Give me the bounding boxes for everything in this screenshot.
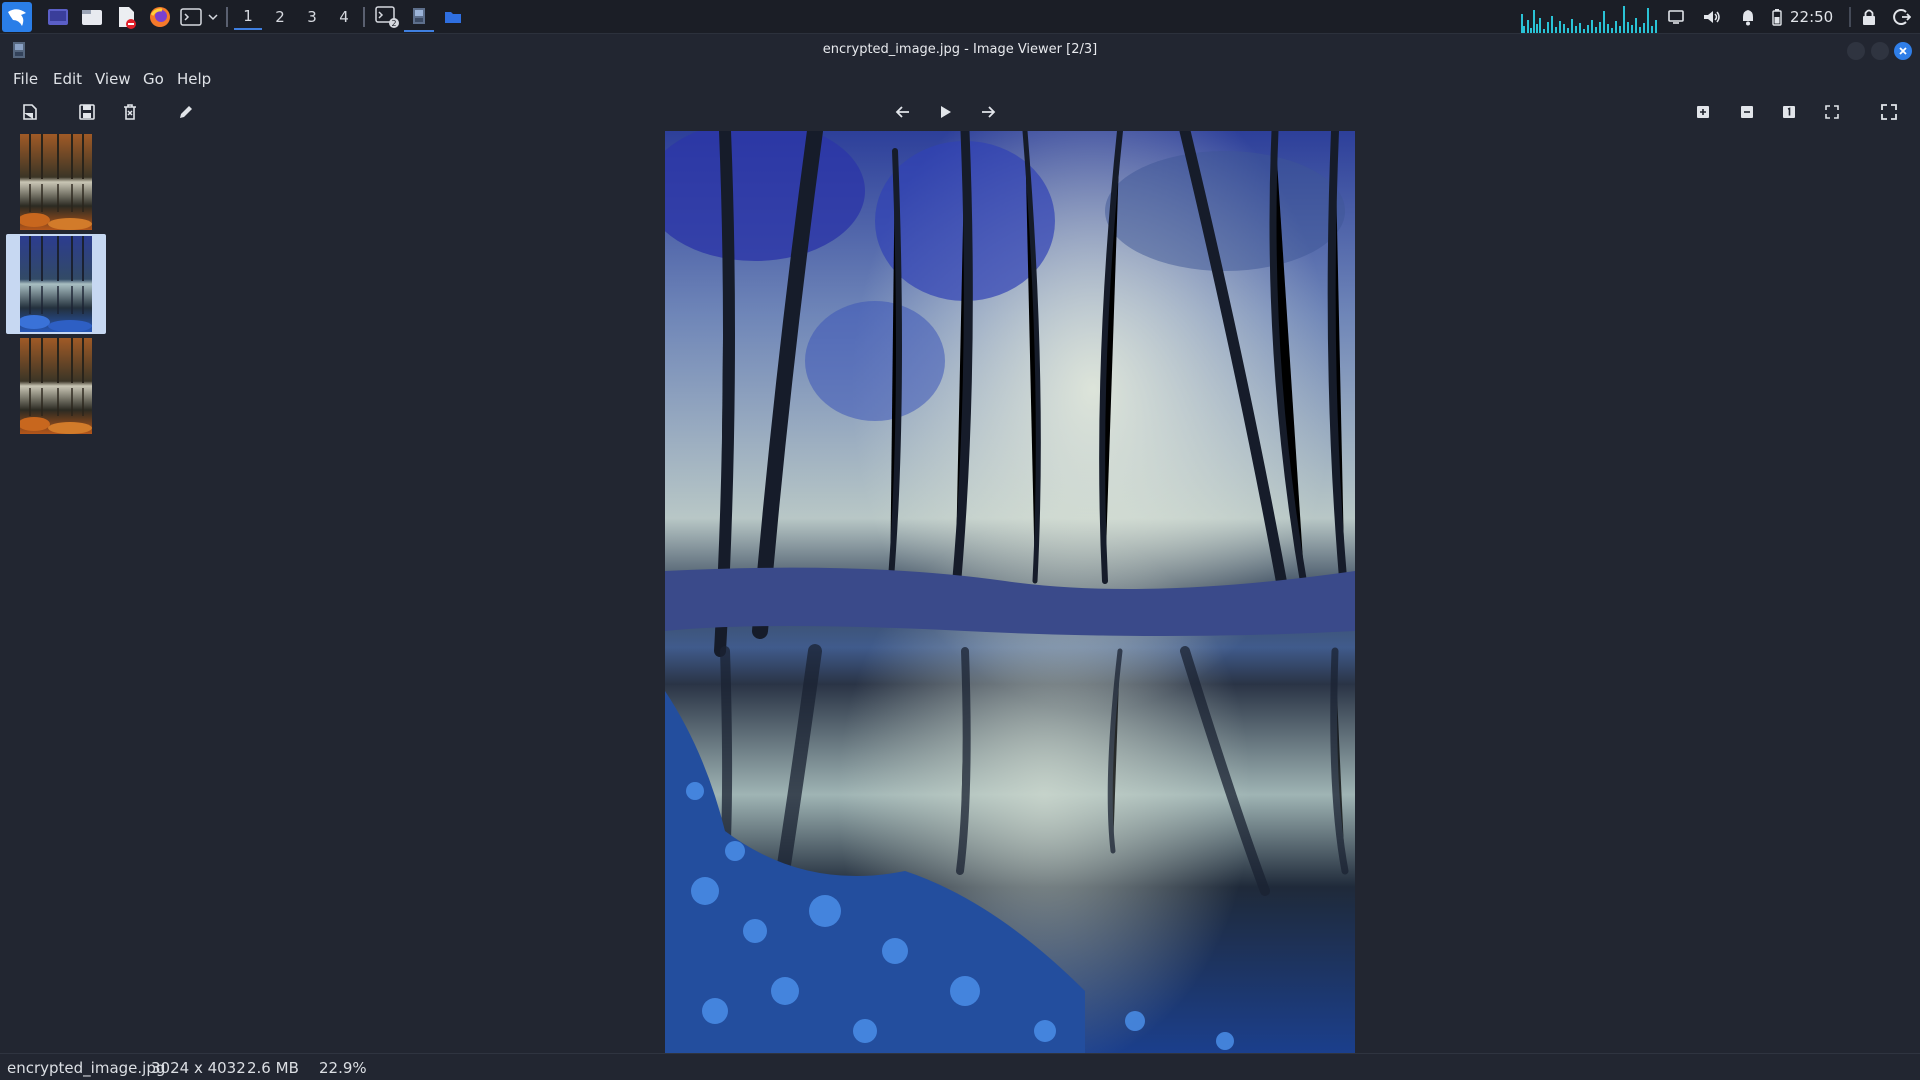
arrow-right-icon xyxy=(982,106,996,118)
clock[interactable]: 22:50 xyxy=(1790,0,1833,34)
logout-icon[interactable] xyxy=(1890,3,1914,31)
lock-icon[interactable] xyxy=(1858,3,1880,31)
open-file-button[interactable] xyxy=(18,100,42,124)
thumbnail-3[interactable] xyxy=(6,336,106,436)
terminal-icon[interactable] xyxy=(178,3,204,31)
next-button[interactable] xyxy=(976,100,1000,124)
status-filename: encrypted_image.jpg xyxy=(7,1059,166,1077)
menu-edit[interactable]: Edit xyxy=(53,70,82,88)
svg-text:2: 2 xyxy=(392,19,397,28)
window-title: encrypted_image.jpg - Image Viewer [2/3] xyxy=(822,42,1098,57)
save-button[interactable] xyxy=(75,100,99,124)
image-viewer-window-icon[interactable] xyxy=(404,2,434,32)
thumbnail-autumn-forest-2 xyxy=(20,338,92,434)
open-file-icon xyxy=(23,104,37,120)
slideshow-button[interactable] xyxy=(933,100,957,124)
pencil-icon xyxy=(180,106,192,118)
text-editor-icon[interactable] xyxy=(112,3,140,31)
delete-button[interactable] xyxy=(118,100,142,124)
main-image-blue-forest xyxy=(665,131,1355,1053)
workspace-4[interactable]: 4 xyxy=(330,4,358,30)
volume-icon[interactable] xyxy=(1700,3,1724,31)
status-bar: encrypted_image.jpg 3024 x 4032 2.6 MB 2… xyxy=(0,1053,1920,1080)
menu-view[interactable]: View xyxy=(95,70,131,88)
zoom-in-icon xyxy=(1697,106,1709,118)
firefox-icon[interactable] xyxy=(146,3,174,31)
zoom-original-icon xyxy=(1783,106,1795,118)
zoom-fit-icon xyxy=(1825,105,1839,119)
dropdown-icon[interactable] xyxy=(206,3,220,31)
notification-icon[interactable] xyxy=(1736,3,1760,31)
workspace-1[interactable]: 1 xyxy=(234,4,262,30)
zoom-out-button[interactable] xyxy=(1735,100,1759,124)
menu-file[interactable]: File xyxy=(13,70,38,88)
status-dimensions: 3024 x 4032 xyxy=(151,1059,246,1077)
thumbnail-1[interactable] xyxy=(6,130,106,230)
fullscreen-button[interactable] xyxy=(1877,100,1901,124)
close-icon xyxy=(1899,47,1907,55)
zoom-fit-button[interactable] xyxy=(1820,100,1844,124)
menu-bar: File Edit View Go Help xyxy=(0,67,1920,91)
thumbnail-2[interactable] xyxy=(6,234,106,334)
minimize-button[interactable] xyxy=(1847,42,1865,60)
zoom-out-icon xyxy=(1741,106,1753,118)
terminal-window-icon[interactable]: 2 xyxy=(372,3,402,31)
workspace-2[interactable]: 2 xyxy=(266,4,294,30)
previous-button[interactable] xyxy=(891,100,915,124)
close-button[interactable] xyxy=(1894,42,1912,60)
thumbnail-bar xyxy=(0,130,112,1050)
trash-icon xyxy=(124,104,136,120)
battery-icon xyxy=(1768,3,1786,31)
status-file-size: 2.6 MB xyxy=(247,1059,299,1077)
file-manager-icon[interactable] xyxy=(78,3,106,31)
zoom-100-button[interactable] xyxy=(1777,100,1801,124)
top-panel: 1 2 3 4 2 22:50 xyxy=(0,0,1920,34)
cpu-graph xyxy=(1520,2,1658,33)
play-icon xyxy=(941,106,951,118)
status-zoom: 22.9% xyxy=(319,1059,367,1077)
menu-go[interactable]: Go xyxy=(143,70,164,88)
thumbnail-autumn-forest xyxy=(20,134,92,230)
zoom-in-button[interactable] xyxy=(1691,100,1715,124)
menu-help[interactable]: Help xyxy=(177,70,211,88)
window-titlebar: encrypted_image.jpg - Image Viewer [2/3] xyxy=(0,35,1920,67)
folder-window-icon[interactable] xyxy=(438,3,468,31)
arrow-left-icon xyxy=(895,106,909,118)
desktop-icon[interactable] xyxy=(44,3,72,31)
workspace-3[interactable]: 3 xyxy=(298,4,326,30)
kali-menu-icon[interactable] xyxy=(2,2,32,32)
edit-button[interactable] xyxy=(174,100,198,124)
save-icon xyxy=(79,104,95,120)
display-icon[interactable] xyxy=(1664,3,1688,31)
maximize-button[interactable] xyxy=(1871,42,1889,60)
thumbnail-blue-forest xyxy=(20,236,92,332)
fullscreen-icon xyxy=(1881,104,1897,120)
